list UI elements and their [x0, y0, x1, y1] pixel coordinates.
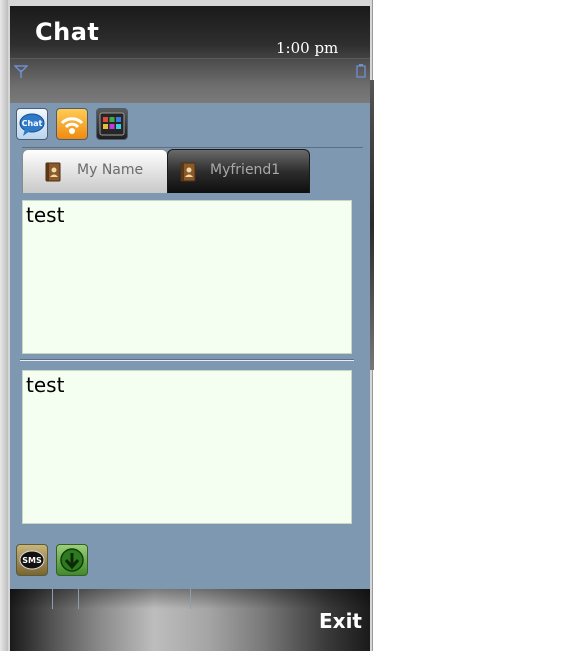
apps-icon — [99, 112, 125, 136]
download-button[interactable] — [56, 544, 88, 576]
chat-button[interactable]: Chat — [16, 108, 48, 140]
compose-textarea[interactable]: test — [22, 370, 352, 524]
status-header: Chat 1:00 pm — [10, 6, 370, 103]
clock-time: 1:00 pm — [276, 39, 339, 57]
toolbar-divider — [22, 147, 363, 148]
signal-icon — [14, 65, 28, 78]
apps-button[interactable] — [96, 108, 128, 140]
conversation-view[interactable]: test — [22, 200, 352, 354]
tab-my-name[interactable]: My Name — [22, 149, 168, 193]
softkey-tick — [78, 589, 79, 609]
exit-softkey[interactable]: Exit — [319, 609, 362, 633]
rss-icon — [60, 117, 84, 134]
frame-side-strip — [370, 80, 374, 370]
contact-book-icon — [45, 162, 61, 182]
battery-icon — [356, 64, 366, 78]
tab-label-my-name: My Name — [77, 162, 144, 178]
section-divider — [20, 360, 354, 361]
app-screen: Chat 1:00 pm Chat My Name Myfriend1 test… — [10, 6, 370, 651]
chat-icon-label: Chat — [22, 119, 43, 128]
download-icon — [60, 548, 84, 572]
softkey-tick — [190, 589, 191, 609]
received-message-text: test — [26, 203, 65, 227]
compose-text: test — [26, 373, 65, 397]
contact-book-icon — [180, 162, 196, 182]
phone-frame: Chat 1:00 pm Chat My Name Myfriend1 test… — [0, 0, 374, 651]
sms-button[interactable]: SMS — [16, 544, 48, 576]
sms-icon: SMS — [19, 550, 45, 570]
app-title: Chat — [35, 18, 100, 46]
chat-icon: Chat — [19, 113, 45, 136]
tab-label-myfriend1: Myfriend1 — [210, 162, 281, 178]
softkey-bar: Exit — [10, 589, 370, 651]
frame-edge — [0, 0, 8, 651]
sms-icon-label: SMS — [22, 556, 42, 565]
rss-button[interactable] — [56, 108, 88, 140]
header-band — [10, 58, 370, 103]
tab-myfriend1[interactable]: Myfriend1 — [167, 149, 310, 193]
softkey-tick — [52, 589, 53, 609]
